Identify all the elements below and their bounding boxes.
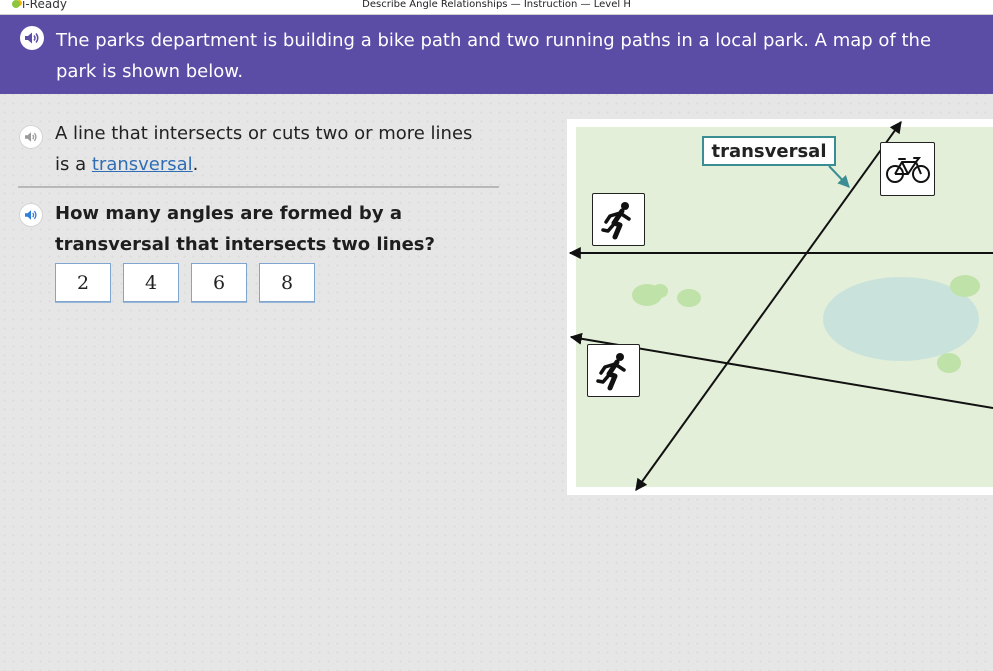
runner-icon [592, 193, 645, 246]
transversal-callout: transversal [702, 136, 836, 166]
speaker-icon[interactable] [20, 26, 44, 50]
runner-icon [587, 344, 640, 397]
definition-text: A line that intersects or cuts two or mo… [55, 118, 485, 180]
lesson-title: Describe Angle Relationships — Instructi… [362, 0, 631, 10]
bicycle-icon [880, 142, 935, 196]
section-divider [18, 186, 499, 188]
question-text: How many angles are formed by a transver… [55, 203, 435, 255]
answer-choice[interactable]: 8 [259, 263, 315, 302]
definition-text-after: . [192, 154, 199, 175]
answer-choice[interactable]: 4 [123, 263, 179, 302]
answer-choice[interactable]: 2 [55, 263, 111, 302]
app-topbar: i-Ready Describe Angle Relationships — I… [0, 0, 993, 15]
prompt-text: The parks department is building a bike … [56, 30, 932, 82]
prompt-banner: The parks department is building a bike … [0, 15, 993, 94]
answer-choice[interactable]: 6 [191, 263, 247, 302]
definition-speaker-icon[interactable] [19, 125, 43, 149]
question-speaker-icon[interactable] [19, 203, 43, 227]
answer-choices: 2 4 6 8 [55, 263, 315, 302]
transversal-glossary-link[interactable]: transversal [92, 154, 193, 175]
